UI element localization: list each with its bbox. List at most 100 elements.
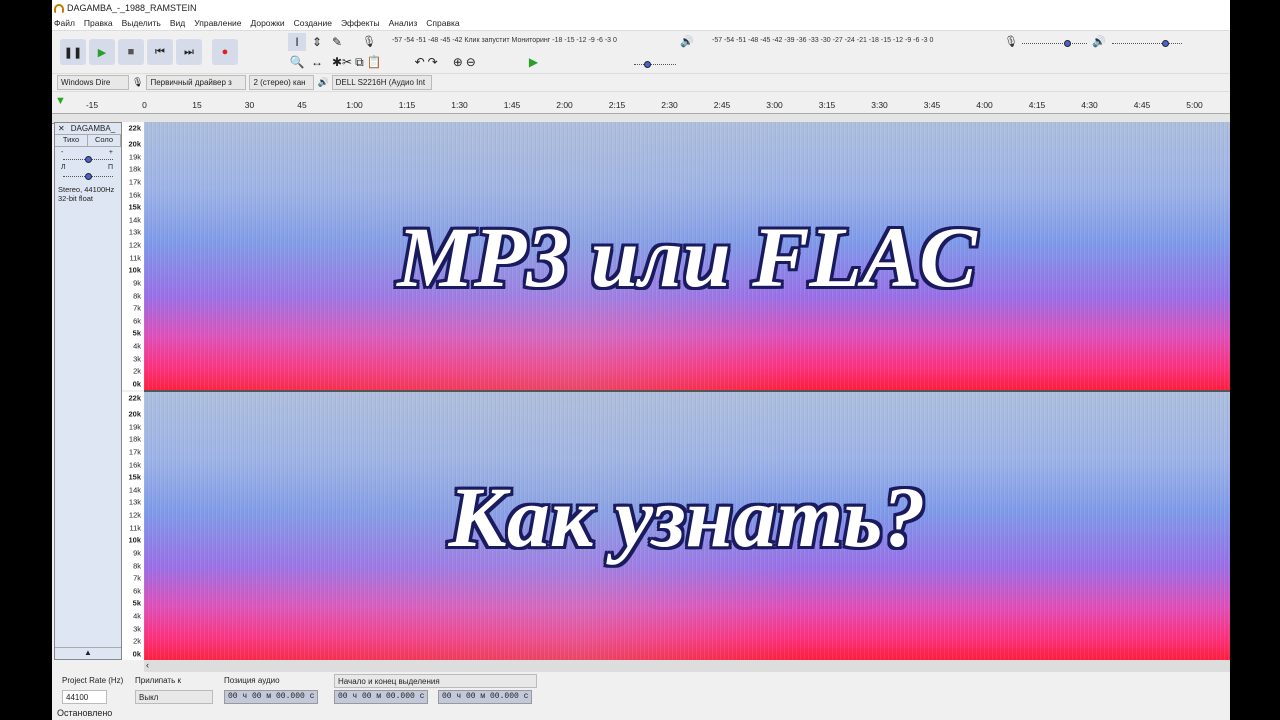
status-bar: Остановлено [57, 707, 113, 719]
ruler-tick-label: 1:15 [398, 100, 416, 110]
frequency-label: 8k [133, 291, 141, 301]
pause-button[interactable]: ❚❚ [60, 39, 86, 65]
gain-minus: - [61, 149, 64, 156]
menu-help[interactable]: Справка [426, 18, 459, 28]
ruler-tick-label: 2:15 [608, 100, 626, 110]
frequency-label: 19k [128, 422, 141, 432]
project-rate-label: Project Rate (Hz) [62, 676, 124, 685]
timeshift-tool[interactable]: ↔ [308, 53, 326, 71]
frequency-axis-left: 22k 20k 19k 18k 17k 16k 15k 14k 13k 12k 11k 10k 9k 8k… [122, 122, 144, 390]
menu-edit[interactable]: Правка [84, 18, 113, 28]
mic-icon: 🎙 [362, 36, 376, 48]
frequency-label: 20k [128, 139, 141, 149]
ruler-tick-label: 3:15 [818, 100, 836, 110]
playback-volume-slider[interactable] [1112, 40, 1182, 47]
frequency-label: 22k [128, 123, 141, 133]
collapse-button[interactable]: ▲ [55, 647, 121, 659]
pan-left-label: Л [61, 164, 66, 171]
frequency-label: 4k [133, 611, 141, 621]
undo-icon[interactable]: ↶ [415, 55, 425, 70]
menu-view[interactable]: Вид [170, 18, 185, 28]
scroll-left-icon[interactable]: ‹ [144, 660, 149, 670]
track-name-menu[interactable]: DAGAMBA_ [68, 124, 118, 133]
timeline-ruler[interactable]: ▼ -15 0 15 30 45 1:00 1:15 1:30 1:45 2:00 2:15 2:30… [52, 92, 1230, 114]
horizontal-scrollbar[interactable]: ‹ [144, 660, 1230, 672]
toolbar: ❚❚ ▶ ■ ⏮ ⏭ ● I ⇕ ✎ 🔍 ↔ ✱ 🎙 -57 -54 -51 -… [52, 30, 1230, 74]
menu-transport[interactable]: Управление [194, 18, 241, 28]
play-at-speed-icon[interactable]: ▶ [529, 55, 538, 70]
stop-button[interactable]: ■ [118, 39, 144, 65]
frequency-label: 12k [128, 240, 141, 250]
audio-host-select[interactable]: Windows Dire [57, 75, 129, 90]
mic-volume-icon: 🎙 [1004, 36, 1018, 48]
gain-slider[interactable] [63, 156, 113, 163]
tools-toolbar: I ⇕ ✎ 🔍 ↔ ✱ [288, 33, 346, 71]
cut-icon[interactable]: ✂ [342, 55, 352, 70]
frequency-label: 15k [128, 202, 141, 212]
playback-meter[interactable]: -57 -54 -51 -48 -45 -42 -39 -36 -33 -30 … [712, 37, 933, 44]
skip-end-button[interactable]: ⏭ [176, 39, 202, 65]
frequency-label: 9k [133, 548, 141, 558]
draw-tool[interactable]: ✎ [328, 33, 346, 51]
track-info: Stereo, 44100Hz 32-bit float [55, 185, 121, 203]
menu-generate[interactable]: Создание [294, 18, 332, 28]
close-track-icon[interactable]: ✕ [55, 124, 68, 133]
pan-slider[interactable] [63, 173, 113, 180]
record-button[interactable]: ● [212, 39, 238, 65]
edit-toolbar: ✂ ⧉ 📋 ↶ ↷ ⊕ ⊖ ▶ [342, 55, 538, 70]
envelope-tool[interactable]: ⇕ [308, 33, 326, 51]
frequency-label: 14k [128, 215, 141, 225]
frequency-label: 9k [133, 278, 141, 288]
play-speed-slider[interactable] [634, 61, 676, 68]
frequency-label: 8k [133, 561, 141, 571]
frequency-label: 10k [128, 535, 141, 545]
frequency-label: 17k [128, 447, 141, 457]
mute-button[interactable]: Тихо [55, 135, 88, 146]
selection-tool[interactable]: I [288, 33, 306, 51]
audio-position-field[interactable]: 00 ч 00 м 00.000 с [224, 690, 319, 704]
ruler-tick-label: 3:30 [871, 100, 888, 110]
zoom-out-icon[interactable]: ⊖ [466, 55, 476, 70]
input-device-select[interactable]: Первичный драйвер з [146, 75, 247, 90]
playback-volume-icon: 🔊 [1092, 36, 1106, 48]
zoom-in-icon[interactable]: ⊕ [453, 55, 463, 70]
mic-icon: 🎙 [132, 77, 144, 87]
menu-file[interactable]: Файл [54, 18, 75, 28]
ruler-tick-label: 3:45 [923, 100, 941, 110]
menu-tracks[interactable]: Дорожки [251, 18, 285, 28]
paste-icon[interactable]: 📋 [367, 55, 382, 70]
ruler-tick-label: 4:00 [976, 100, 993, 110]
ruler-tick-label: 2:45 [713, 100, 731, 110]
selection-start-field[interactable]: 00 ч 00 м 00.000 с [334, 690, 429, 704]
window-title: DAGAMBA_-_1988_RAMSTEIN [67, 3, 197, 13]
skip-start-button[interactable]: ⏮ [147, 39, 173, 65]
ruler-tick-label: 1:00 [346, 100, 363, 110]
menu-analyze[interactable]: Анализ [389, 18, 418, 28]
channels-select[interactable]: 2 (стерео) кан [249, 75, 315, 90]
play-head-icon[interactable]: ▼ [55, 95, 69, 109]
ruler-tick-label: 45 [297, 100, 307, 110]
selection-end-field[interactable]: 00 ч 00 м 00.000 с [438, 690, 533, 704]
recording-volume-slider[interactable] [1022, 40, 1087, 47]
menu-select[interactable]: Выделить [122, 18, 161, 28]
solo-button[interactable]: Соло [88, 135, 121, 146]
audio-position-label: Позиция аудио [224, 676, 280, 685]
snap-select[interactable]: Выкл [135, 690, 213, 704]
menu-effects[interactable]: Эффекты [341, 18, 380, 28]
ruler-tick-label: -15 [85, 100, 99, 110]
track-control-panel: ✕DAGAMBA_▼ ТихоСоло - + Л П Stereo, 4410… [54, 122, 129, 660]
frequency-label: 15k [128, 472, 141, 482]
output-device-select[interactable]: DELL S2216H (Аудио Int [331, 75, 432, 90]
zoom-tool[interactable]: 🔍 [288, 53, 306, 71]
record-meter[interactable]: -57 -54 -51 -48 -45 -42 Клик запустит Мо… [392, 37, 617, 44]
redo-icon[interactable]: ↷ [428, 55, 438, 70]
selection-mode-select[interactable]: Начало и конец выделения [334, 674, 537, 688]
overlay-title-line1: MP3 или FLAC [397, 209, 977, 305]
copy-icon[interactable]: ⧉ [355, 55, 364, 70]
ruler-tick-label: 5:00 [1186, 100, 1203, 110]
play-button[interactable]: ▶ [89, 39, 115, 65]
frequency-label: 6k [133, 586, 141, 596]
ruler-tick-label: 0 [142, 100, 147, 110]
frequency-label: 7k [133, 573, 141, 583]
project-rate-select[interactable]: 44100 [62, 690, 107, 704]
